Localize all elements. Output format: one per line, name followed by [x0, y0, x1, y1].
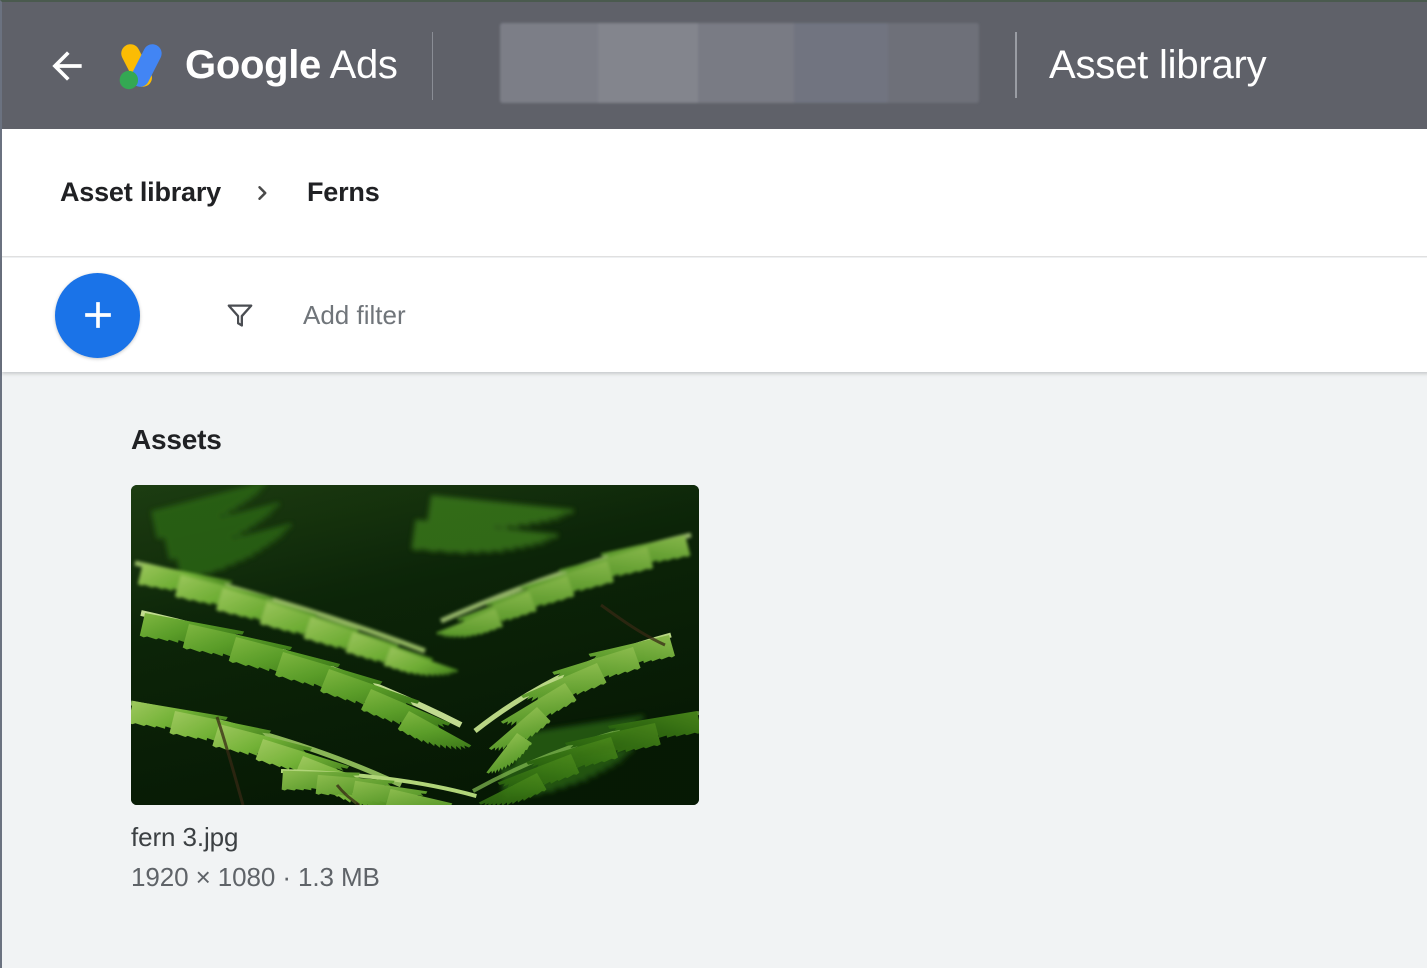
redacted-segment	[794, 23, 888, 103]
appbar-divider-right	[1015, 32, 1017, 98]
filter-input[interactable]	[303, 295, 903, 335]
asset-metadata: 1920 × 1080 · 1.3 MB	[131, 861, 380, 892]
fern-photo-image	[131, 485, 699, 805]
add-asset-button[interactable]	[55, 272, 140, 358]
brand-text: Google Ads	[185, 43, 398, 88]
asset-card[interactable]: fern 3.jpg 1920 × 1080 · 1.3 MB	[131, 485, 699, 895]
brand-name-google: Google	[185, 43, 321, 87]
google-ads-logo-icon	[109, 35, 171, 97]
arrow-back-icon	[45, 44, 89, 88]
brand-home-link[interactable]: Google Ads	[109, 35, 398, 97]
brand-name-ads	[321, 43, 330, 87]
appbar-divider-left	[431, 31, 433, 100]
plus-icon	[76, 293, 120, 337]
page-title: Asset library	[1049, 43, 1267, 87]
brand-name-ads-word: Ads	[329, 43, 398, 87]
app-bar: Google Ads Asset library	[2, 2, 1427, 129]
chevron-right-icon	[247, 178, 277, 208]
redacted-segment	[500, 23, 598, 103]
asset-grid: fern 3.jpg 1920 × 1080 · 1.3 MB	[2, 485, 1427, 895]
main-content: Assets fern 3.jpg 1920 × 1080 · 1.3 MB	[2, 372, 1427, 968]
section-title-assets: Assets	[131, 424, 222, 455]
redacted-segment	[888, 23, 979, 103]
funnel-icon[interactable]	[219, 294, 261, 336]
filter-toolbar	[2, 258, 1427, 372]
asset-thumbnail[interactable]	[131, 485, 699, 805]
app-root: Google Ads Asset library Asset library F…	[0, 0, 1427, 968]
breadcrumb-item-ferns: Ferns	[306, 177, 380, 207]
breadcrumb: Asset library Ferns	[2, 129, 1427, 257]
redacted-segment	[598, 23, 698, 103]
redacted-segment	[698, 23, 794, 103]
account-selector-redacted[interactable]	[500, 23, 979, 103]
breadcrumb-item-asset-library[interactable]: Asset library	[60, 177, 221, 208]
back-button[interactable]	[39, 38, 95, 94]
asset-filename: fern 3.jpg	[131, 822, 239, 852]
